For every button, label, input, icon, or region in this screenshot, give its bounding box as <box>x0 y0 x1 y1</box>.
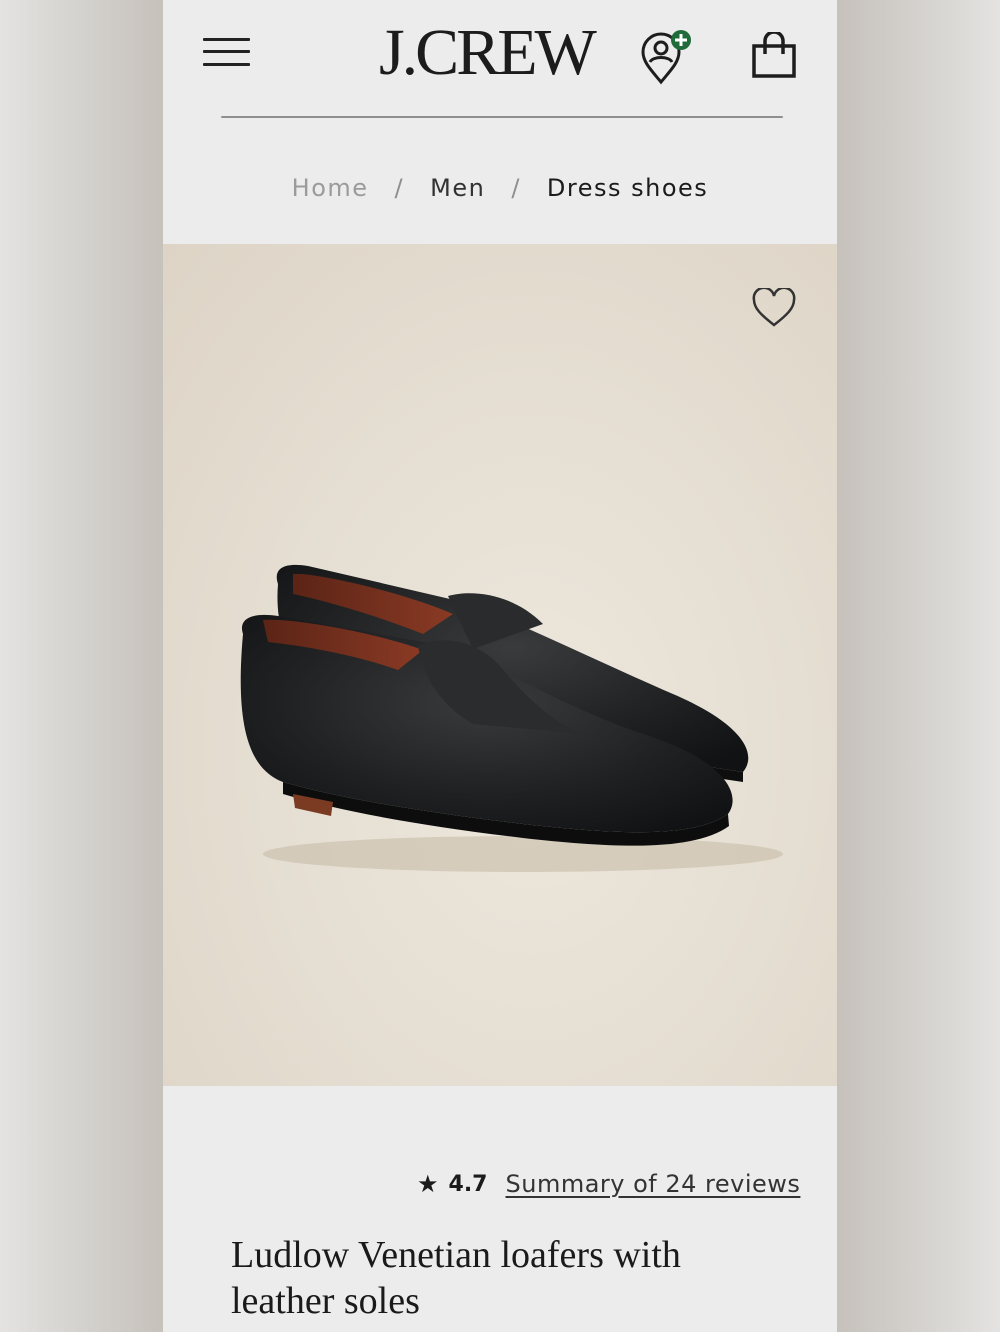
shopping-bag-icon[interactable] <box>751 32 797 78</box>
reviews-summary-link[interactable]: Summary of 24 reviews <box>506 1170 801 1198</box>
product-image[interactable] <box>163 244 837 1086</box>
breadcrumb-separator: / <box>394 174 405 202</box>
brand-logo[interactable]: J.CREW <box>379 18 615 88</box>
product-title: Ludlow Venetian loafers with leather sol… <box>231 1234 681 1322</box>
hamburger-menu-icon[interactable] <box>203 36 251 66</box>
mobile-page: J.CREW Home / Men / Dress shoes ★ 4.7 Su… <box>163 0 837 1332</box>
breadcrumb-home[interactable]: Home <box>292 174 369 202</box>
loafers-illustration <box>240 564 783 872</box>
site-header: J.CREW <box>163 0 837 120</box>
heart-outline-icon[interactable] <box>751 288 797 328</box>
breadcrumb: Home / Men / Dress shoes <box>163 170 837 206</box>
breadcrumb-men[interactable]: Men <box>430 174 485 202</box>
breadcrumb-current: Dress shoes <box>546 174 709 202</box>
left-backdrop <box>0 0 163 1332</box>
location-pin-add-icon[interactable] <box>639 28 697 86</box>
breadcrumb-separator: / <box>511 174 521 202</box>
search-bar-underline[interactable] <box>221 116 783 118</box>
rating-row: ★ 4.7 Summary of 24 reviews <box>417 1166 800 1202</box>
rating-value: 4.7 <box>448 1171 488 1197</box>
right-backdrop <box>837 0 1000 1332</box>
star-icon: ★ <box>417 1170 439 1198</box>
